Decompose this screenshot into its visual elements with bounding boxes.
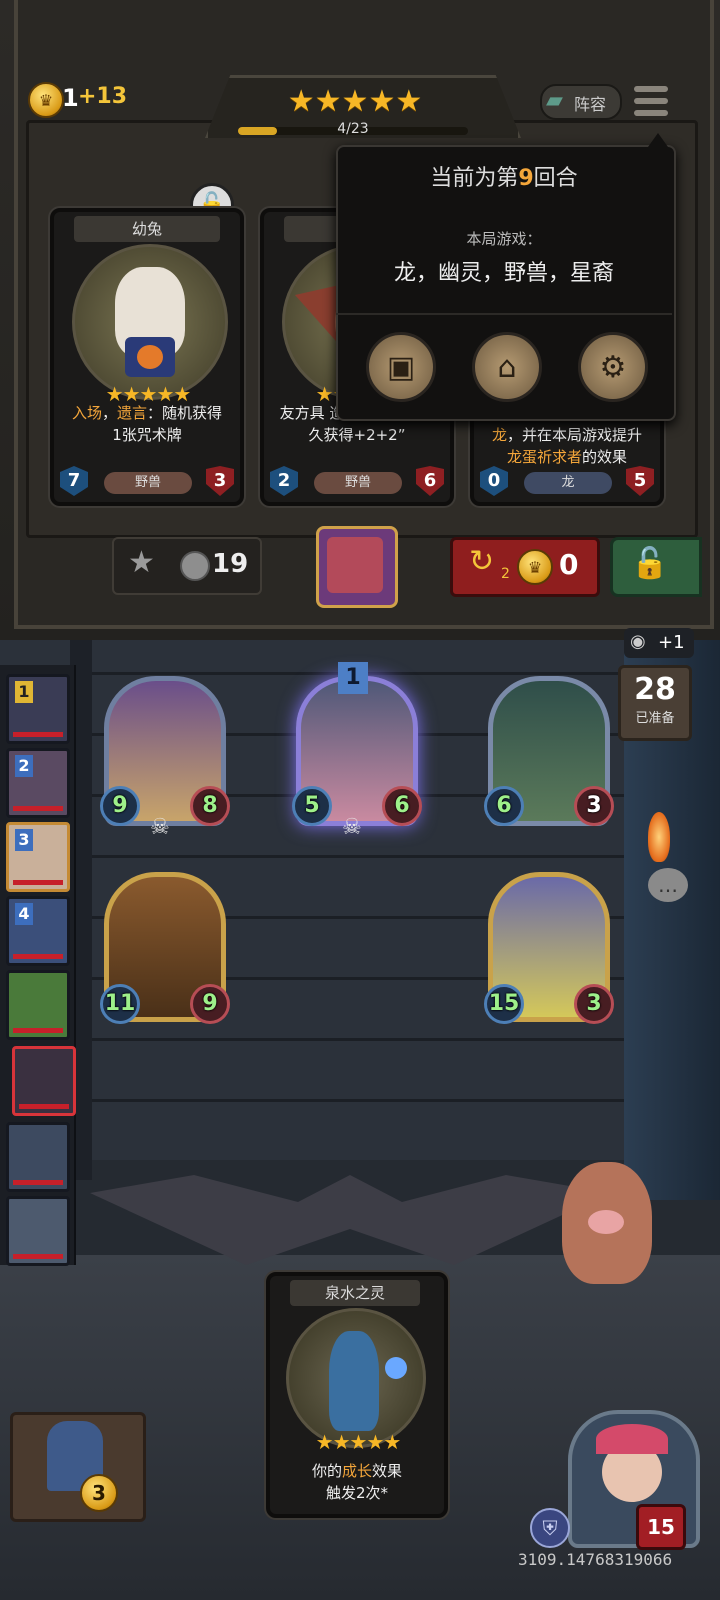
minion-health: 9 — [190, 984, 230, 1024]
freeze-button[interactable]: 🔓 — [610, 537, 702, 597]
refresh-cost: 0 — [559, 548, 579, 581]
rank-number: 1 — [15, 681, 33, 703]
book-icon: ▰ — [546, 88, 563, 113]
player-slot[interactable] — [6, 970, 70, 1040]
refresh-icon: ↻ — [469, 544, 495, 579]
minion-attack: 9 — [100, 786, 140, 826]
card-tribe: 野兽 — [314, 472, 402, 494]
minion-health: 3 — [574, 786, 614, 826]
hero-power-button[interactable] — [316, 526, 398, 608]
spirit-art — [286, 1308, 426, 1448]
build-seed: 3109.14768319066 — [518, 1550, 673, 1569]
bunny-art — [72, 244, 228, 400]
refresh-count: 2 — [501, 566, 510, 582]
popup-divider — [336, 313, 672, 315]
gold-coin-icon: ♛ — [28, 82, 64, 118]
shop-keeper-box[interactable] — [10, 1412, 146, 1522]
player-slot[interactable]: 3 — [6, 822, 70, 892]
hero-health: 15 — [636, 1504, 686, 1550]
minion-attack: 11 — [100, 984, 140, 1024]
star-icon: ★ — [368, 84, 396, 119]
tavern-stars: ★★★★★ — [270, 84, 440, 119]
minion-attack: 5 — [292, 786, 332, 826]
hat-button[interactable]: ⌂ — [472, 332, 542, 402]
player-slot[interactable]: 4 — [6, 896, 70, 966]
player-slot[interactable]: 2 — [6, 748, 70, 818]
upgrade-tavern-button[interactable]: ★ 19 — [112, 537, 262, 595]
progress-text: 4/23 — [337, 121, 369, 137]
game-label: 本局游戏： — [466, 230, 542, 248]
gold-coin-icon: ♛ — [517, 549, 553, 585]
gold-income: +13 — [78, 84, 128, 109]
card-name: 泉水之灵 — [290, 1280, 420, 1306]
card-text: 入场，遗言：随机获得1张咒术牌 — [71, 404, 223, 444]
progress-fill — [238, 127, 278, 135]
pig-pet[interactable] — [562, 1162, 652, 1284]
card-health: 3 — [206, 466, 234, 496]
card-attack: 7 — [60, 466, 88, 496]
star-icon: ★ — [341, 84, 369, 119]
rank-number: 3 — [15, 829, 33, 851]
menu-icon — [634, 86, 668, 92]
hero-power-art — [327, 537, 383, 593]
skull-icon: ☠ — [342, 815, 362, 840]
card-attack: 2 — [270, 466, 298, 496]
card-stars: ★★★★★ — [315, 1430, 402, 1454]
gold-amount: 1 — [62, 84, 79, 112]
card-health: 5 — [626, 466, 654, 496]
codex-button[interactable]: ▣ — [366, 332, 436, 402]
skull-icon: ☠ — [150, 815, 170, 840]
unlock-icon: 🔓 — [631, 546, 669, 581]
card-name: 幼兔 — [74, 216, 220, 242]
minion-tier: 1 — [338, 662, 368, 694]
book-icon: ▣ — [386, 349, 416, 385]
ready-counter: 28 已准备 — [618, 665, 692, 741]
player-slot[interactable] — [6, 1122, 70, 1192]
torch-flame — [648, 812, 670, 862]
player-slot-opponent[interactable] — [12, 1046, 76, 1116]
shield-icon: ⛨ — [530, 1508, 570, 1548]
card-attack: 0 — [480, 466, 508, 496]
rank-number: 2 — [15, 755, 33, 777]
rank-number: 4 — [15, 903, 33, 925]
minion-health: 8 — [190, 786, 230, 826]
card-tribe: 龙 — [524, 472, 612, 494]
gear-icon: ⚙ — [599, 349, 627, 385]
star-icon: ★ — [395, 84, 423, 119]
player-slot[interactable]: 1 — [6, 674, 70, 744]
ready-count: 28 — [634, 672, 676, 707]
settings-button[interactable]: ⚙ — [578, 332, 648, 402]
star-up-icon: ★ — [128, 545, 155, 580]
minion-attack: 6 — [484, 786, 524, 826]
star-icon: ★ — [314, 84, 342, 119]
card-text: 你的成长效果 触发2次* — [311, 1462, 403, 1502]
card-tribe: 野兽 — [104, 472, 192, 494]
card-health: 6 — [416, 466, 444, 496]
keeper-level: 3 — [80, 1474, 118, 1512]
lineup-button[interactable]: ▰ 阵容 — [540, 84, 622, 120]
ready-label: 已准备 — [635, 711, 675, 726]
vision-bonus: ◉ +1 — [624, 628, 694, 658]
round-title: 当前为第9回合 — [430, 166, 578, 191]
player-slot[interactable] — [6, 1196, 70, 1266]
minion-health: 6 — [382, 786, 422, 826]
menu-button[interactable] — [634, 84, 672, 118]
refresh-button[interactable]: ↻ 2 ♛ 0 — [450, 537, 600, 597]
silver-coin-icon — [180, 551, 210, 581]
upgrade-cost: 19 — [212, 549, 249, 579]
lineup-label: 阵容 — [574, 95, 607, 114]
star-icon: ★ — [287, 84, 315, 119]
eye-icon: ◉ — [630, 631, 646, 652]
minion-health: 3 — [574, 984, 614, 1024]
shop-card[interactable]: 幼兔 ★★★★★ 入场，遗言：随机获得1张咒术牌 野兽 7 3 — [50, 208, 244, 506]
hand-card[interactable]: 泉水之灵 ★★★★★ 你的成长效果 触发2次* — [266, 1272, 448, 1518]
vision-bonus-value: +1 — [658, 632, 685, 653]
game-tribes: 龙，幽灵，野兽，星裔 — [393, 261, 614, 286]
hat-icon: ⌂ — [497, 349, 517, 385]
chat-icon[interactable]: … — [648, 868, 688, 902]
minion-attack: 15 — [484, 984, 524, 1024]
